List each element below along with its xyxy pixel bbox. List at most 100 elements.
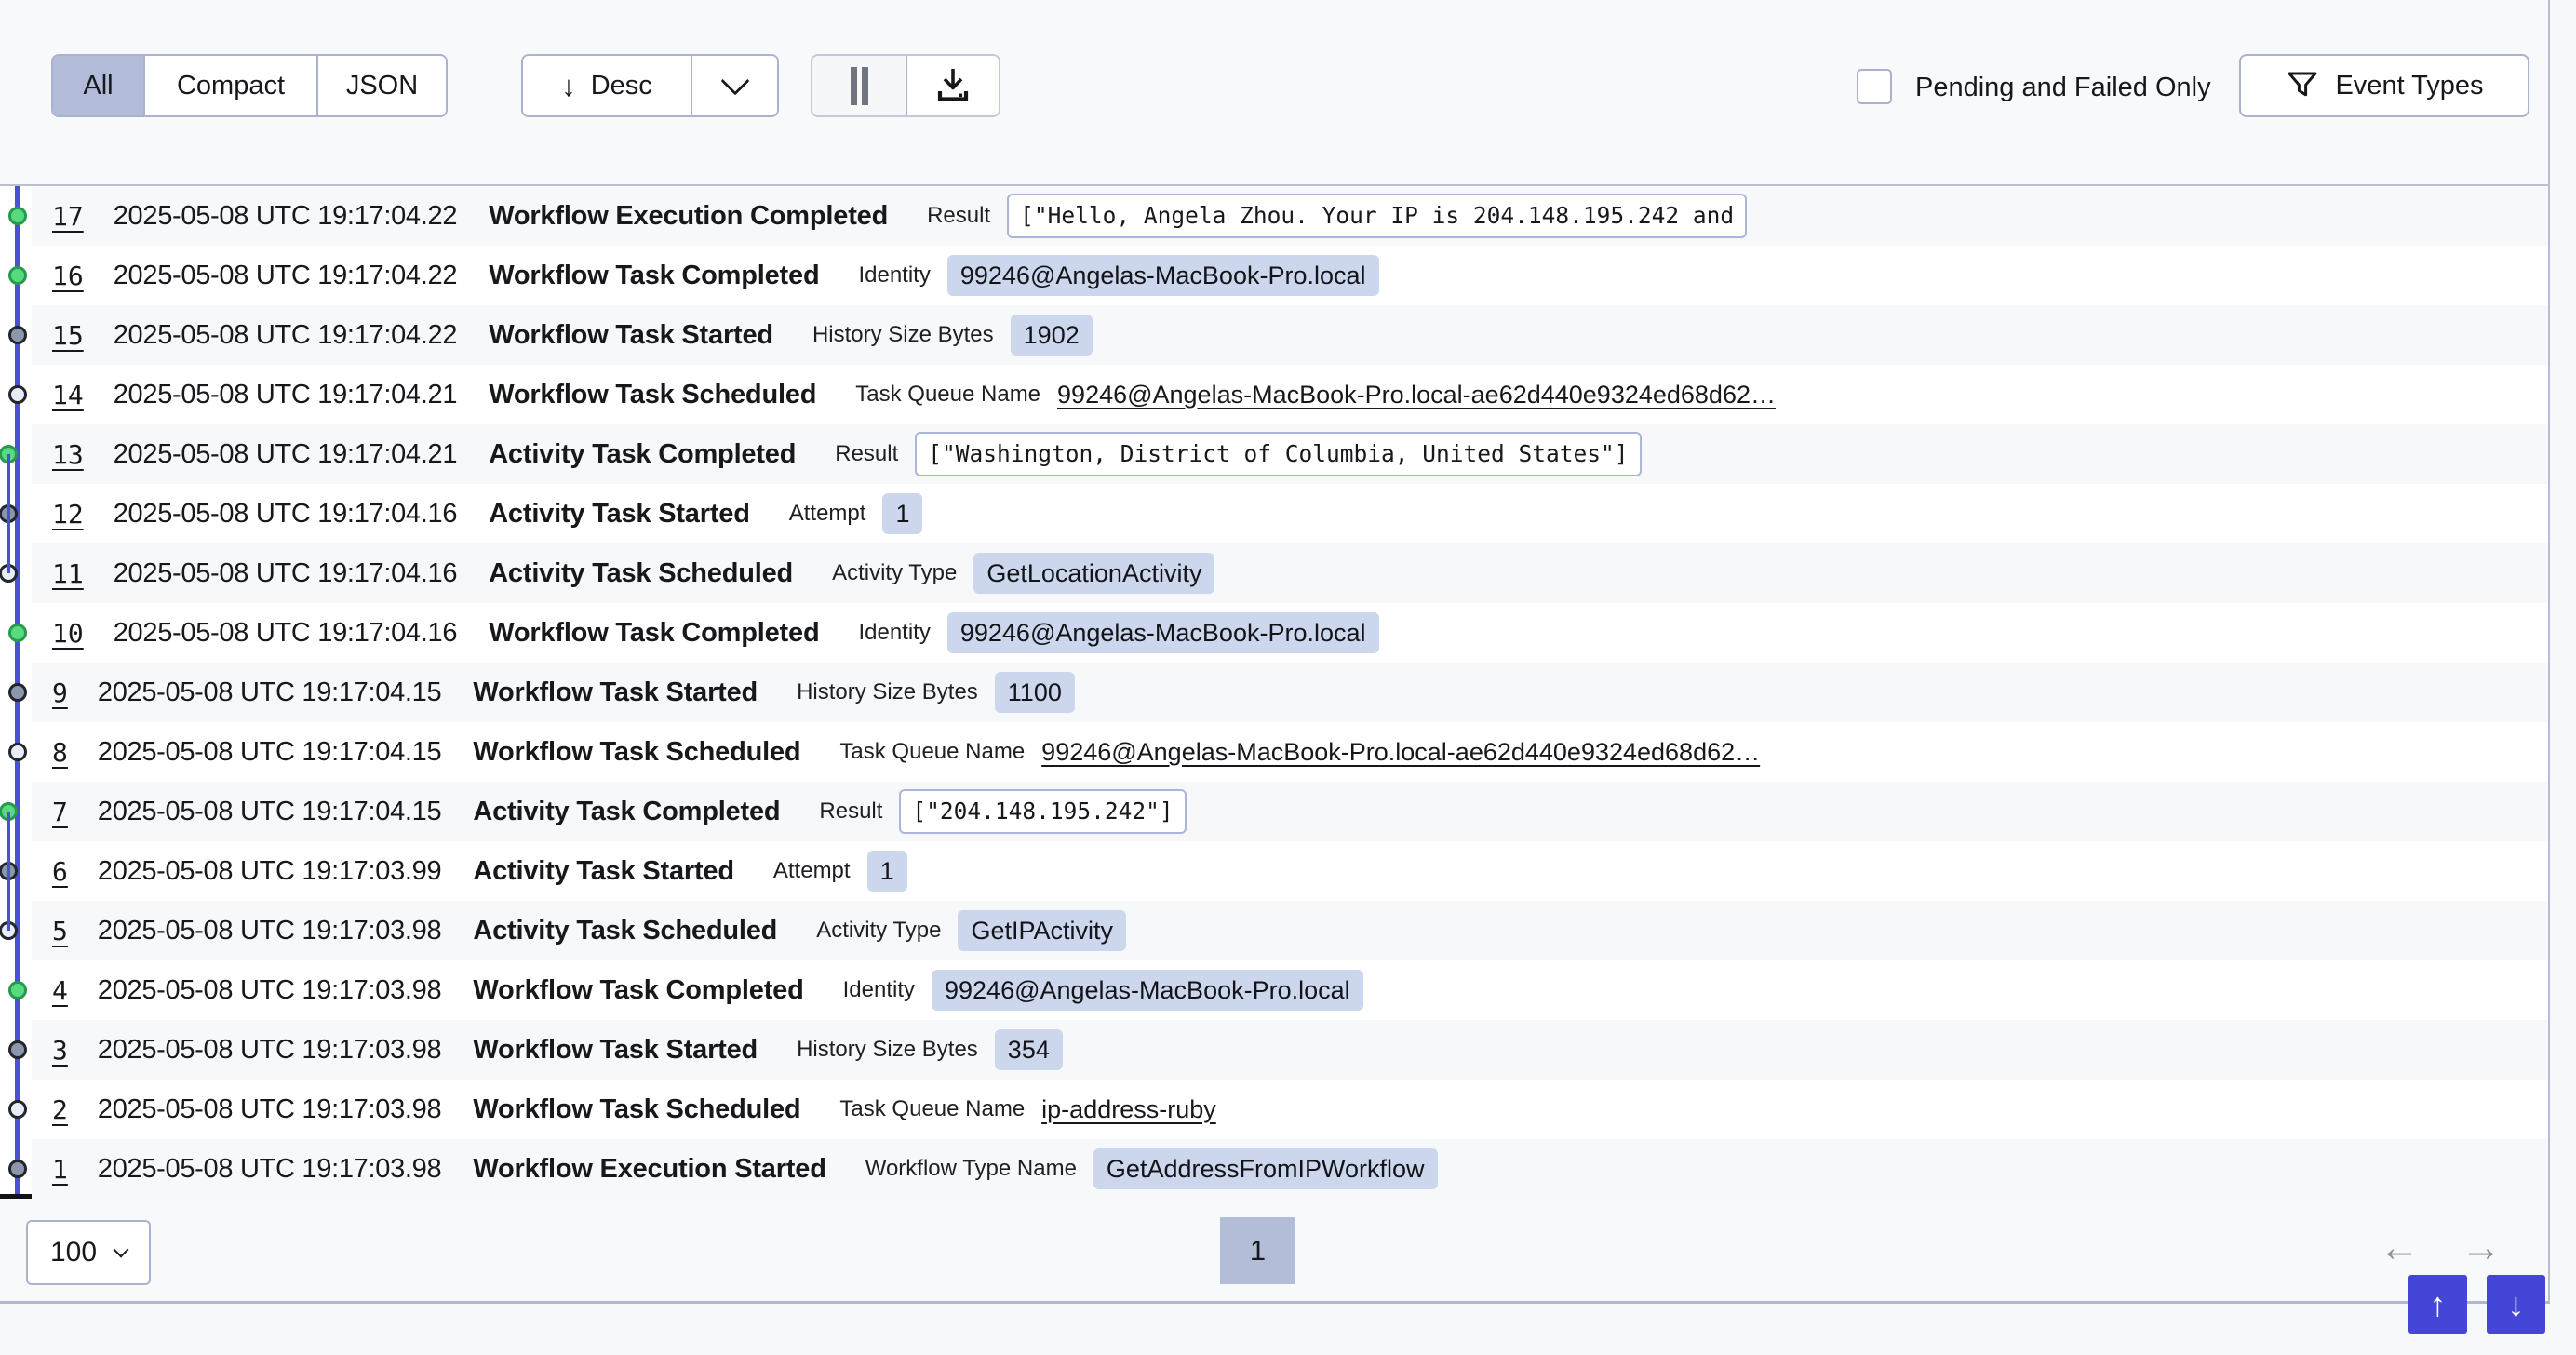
event-detail-label: History Size Bytes	[812, 322, 994, 348]
sort-desc-button[interactable]: ↓ Desc	[523, 56, 691, 115]
event-timestamp: 2025-05-08 UTC 19:17:03.98	[98, 975, 441, 1006]
event-row[interactable]: 2 2025-05-08 UTC 19:17:03.98 Workflow Ta…	[32, 1080, 2548, 1139]
event-row[interactable]: 8 2025-05-08 UTC 19:17:04.15 Workflow Ta…	[32, 722, 2548, 782]
event-name: Workflow Task Started	[473, 678, 758, 708]
tab-compact[interactable]: Compact	[143, 56, 316, 115]
tab-json[interactable]: JSON	[316, 56, 446, 115]
event-timestamp: 2025-05-08 UTC 19:17:04.16	[114, 618, 457, 649]
event-row[interactable]: 4 2025-05-08 UTC 19:17:03.98 Workflow Ta…	[32, 960, 2548, 1020]
event-id-link[interactable]: 12	[52, 499, 84, 530]
event-detail-value: 354	[995, 1029, 1063, 1070]
chevron-down-icon	[114, 1242, 129, 1258]
pause-button[interactable]	[812, 56, 906, 115]
event-name: Workflow Task Scheduled	[473, 1094, 800, 1125]
event-name: Activity Task Scheduled	[473, 916, 777, 946]
event-row[interactable]: 17 2025-05-08 UTC 19:17:04.22 Workflow E…	[32, 186, 2548, 246]
event-id-link[interactable]: 7	[52, 797, 68, 827]
event-detail-value[interactable]: 99246@Angelas-MacBook-Pro.local-ae62d440…	[1041, 738, 1760, 767]
page-size-select[interactable]: 100	[26, 1220, 151, 1285]
event-status-dot-gray	[8, 1160, 27, 1178]
tab-all[interactable]: All	[53, 56, 143, 115]
event-detail-label: Attempt	[773, 858, 851, 884]
event-timestamp: 2025-05-08 UTC 19:17:04.21	[114, 380, 457, 410]
event-id-link[interactable]: 10	[52, 618, 84, 649]
event-name: Workflow Task Completed	[489, 618, 819, 649]
event-types-button[interactable]: Event Types	[2239, 54, 2529, 117]
event-detail-label: Task Queue Name	[855, 382, 1040, 408]
event-id-link[interactable]: 9	[52, 678, 68, 708]
filter-funnel-icon	[2285, 68, 2320, 103]
event-id-link[interactable]: 11	[52, 558, 84, 589]
event-id-link[interactable]: 3	[52, 1035, 68, 1066]
event-row[interactable]: 15 2025-05-08 UTC 19:17:04.22 Workflow T…	[32, 305, 2548, 365]
event-id-link[interactable]: 6	[52, 856, 68, 887]
event-id-link[interactable]: 4	[52, 975, 68, 1006]
event-id-link[interactable]: 5	[52, 916, 68, 946]
event-row[interactable]: 13 2025-05-08 UTC 19:17:04.21 Activity T…	[32, 424, 2548, 484]
page-size-value: 100	[50, 1237, 97, 1268]
view-mode-tabs: All Compact JSON	[51, 54, 448, 117]
event-status-dot-gray	[8, 1040, 27, 1059]
event-row[interactable]: 7 2025-05-08 UTC 19:17:04.15 Activity Ta…	[32, 782, 2548, 841]
event-detail-value: GetLocationActivity	[973, 553, 1214, 594]
event-detail-value: 99246@Angelas-MacBook-Pro.local	[947, 612, 1379, 653]
event-name: Activity Task Completed	[489, 439, 796, 470]
sort-dropdown-button[interactable]	[691, 56, 777, 115]
event-name: Workflow Task Completed	[473, 975, 803, 1006]
event-status-dot-light	[8, 385, 27, 404]
event-name: Workflow Execution Completed	[489, 201, 888, 232]
event-timestamp: 2025-05-08 UTC 19:17:04.21	[114, 439, 457, 470]
event-timestamp: 2025-05-08 UTC 19:17:03.98	[98, 1154, 441, 1185]
previous-page-arrow-icon[interactable]: ←	[2379, 1225, 2420, 1271]
page-number-button[interactable]: 1	[1220, 1217, 1295, 1284]
event-row[interactable]: 10 2025-05-08 UTC 19:17:04.16 Workflow T…	[32, 603, 2548, 663]
event-name: Activity Task Scheduled	[489, 558, 793, 589]
event-id-link[interactable]: 8	[52, 737, 68, 768]
event-id-link[interactable]: 13	[52, 439, 84, 470]
event-history-table: 17 2025-05-08 UTC 19:17:04.22 Workflow E…	[0, 184, 2548, 1199]
event-detail-label: Activity Type	[816, 918, 941, 944]
event-row[interactable]: 1 2025-05-08 UTC 19:17:03.98 Workflow Ex…	[32, 1139, 2548, 1199]
event-id-link[interactable]: 17	[52, 201, 84, 232]
sort-label: Desc	[591, 71, 652, 101]
event-id-link[interactable]: 16	[52, 261, 84, 291]
event-id-link[interactable]: 1	[52, 1154, 68, 1185]
event-name: Activity Task Completed	[473, 797, 780, 827]
event-status-dot-gray	[8, 326, 27, 344]
event-row[interactable]: 5 2025-05-08 UTC 19:17:03.98 Activity Ta…	[32, 901, 2548, 960]
scroll-to-bottom-button[interactable]: ↓	[2487, 1275, 2545, 1334]
event-types-label: Event Types	[2335, 71, 2483, 101]
event-row[interactable]: 6 2025-05-08 UTC 19:17:03.99 Activity Ta…	[32, 841, 2548, 901]
event-detail-label: Identity	[858, 620, 930, 646]
event-row[interactable]: 14 2025-05-08 UTC 19:17:04.21 Workflow T…	[32, 365, 2548, 424]
arrow-down-icon: ↓	[561, 72, 576, 101]
event-detail-value[interactable]: 99246@Angelas-MacBook-Pro.local-ae62d440…	[1057, 381, 1776, 409]
event-status-dot-green	[8, 266, 27, 285]
event-detail-value: ["Washington, District of Columbia, Unit…	[915, 432, 1641, 476]
event-row[interactable]: 16 2025-05-08 UTC 19:17:04.22 Workflow T…	[32, 246, 2548, 305]
event-id-link[interactable]: 14	[52, 380, 84, 410]
event-detail-value[interactable]: ip-address-ruby	[1041, 1095, 1216, 1124]
pending-failed-checkbox[interactable]	[1857, 69, 1892, 104]
next-page-arrow-icon[interactable]: →	[2461, 1225, 2502, 1271]
download-button[interactable]	[906, 56, 999, 115]
pause-icon	[851, 67, 857, 105]
event-timestamp: 2025-05-08 UTC 19:17:04.16	[114, 558, 457, 589]
event-row[interactable]: 3 2025-05-08 UTC 19:17:03.98 Workflow Ta…	[32, 1020, 2548, 1080]
event-timestamp: 2025-05-08 UTC 19:17:04.22	[114, 320, 457, 351]
event-history-panel: All Compact JSON ↓ Desc	[0, 0, 2550, 1304]
event-detail-value: 1	[882, 493, 922, 534]
event-detail-label: Workflow Type Name	[865, 1156, 1077, 1182]
event-row[interactable]: 11 2025-05-08 UTC 19:17:04.16 Activity T…	[32, 543, 2548, 603]
event-history-toolbar: All Compact JSON ↓ Desc	[0, 0, 2548, 184]
event-detail-value: 99246@Angelas-MacBook-Pro.local	[947, 255, 1379, 296]
event-row[interactable]: 12 2025-05-08 UTC 19:17:04.16 Activity T…	[32, 484, 2548, 543]
event-id-link[interactable]: 2	[52, 1094, 68, 1125]
event-name: Workflow Task Scheduled	[489, 380, 816, 410]
event-name: Activity Task Started	[473, 856, 734, 887]
event-status-dot-green	[8, 207, 27, 225]
event-status-dot-green	[8, 624, 27, 642]
event-id-link[interactable]: 15	[52, 320, 84, 351]
scroll-to-top-button[interactable]: ↑	[2408, 1275, 2467, 1334]
event-row[interactable]: 9 2025-05-08 UTC 19:17:04.15 Workflow Ta…	[32, 663, 2548, 722]
